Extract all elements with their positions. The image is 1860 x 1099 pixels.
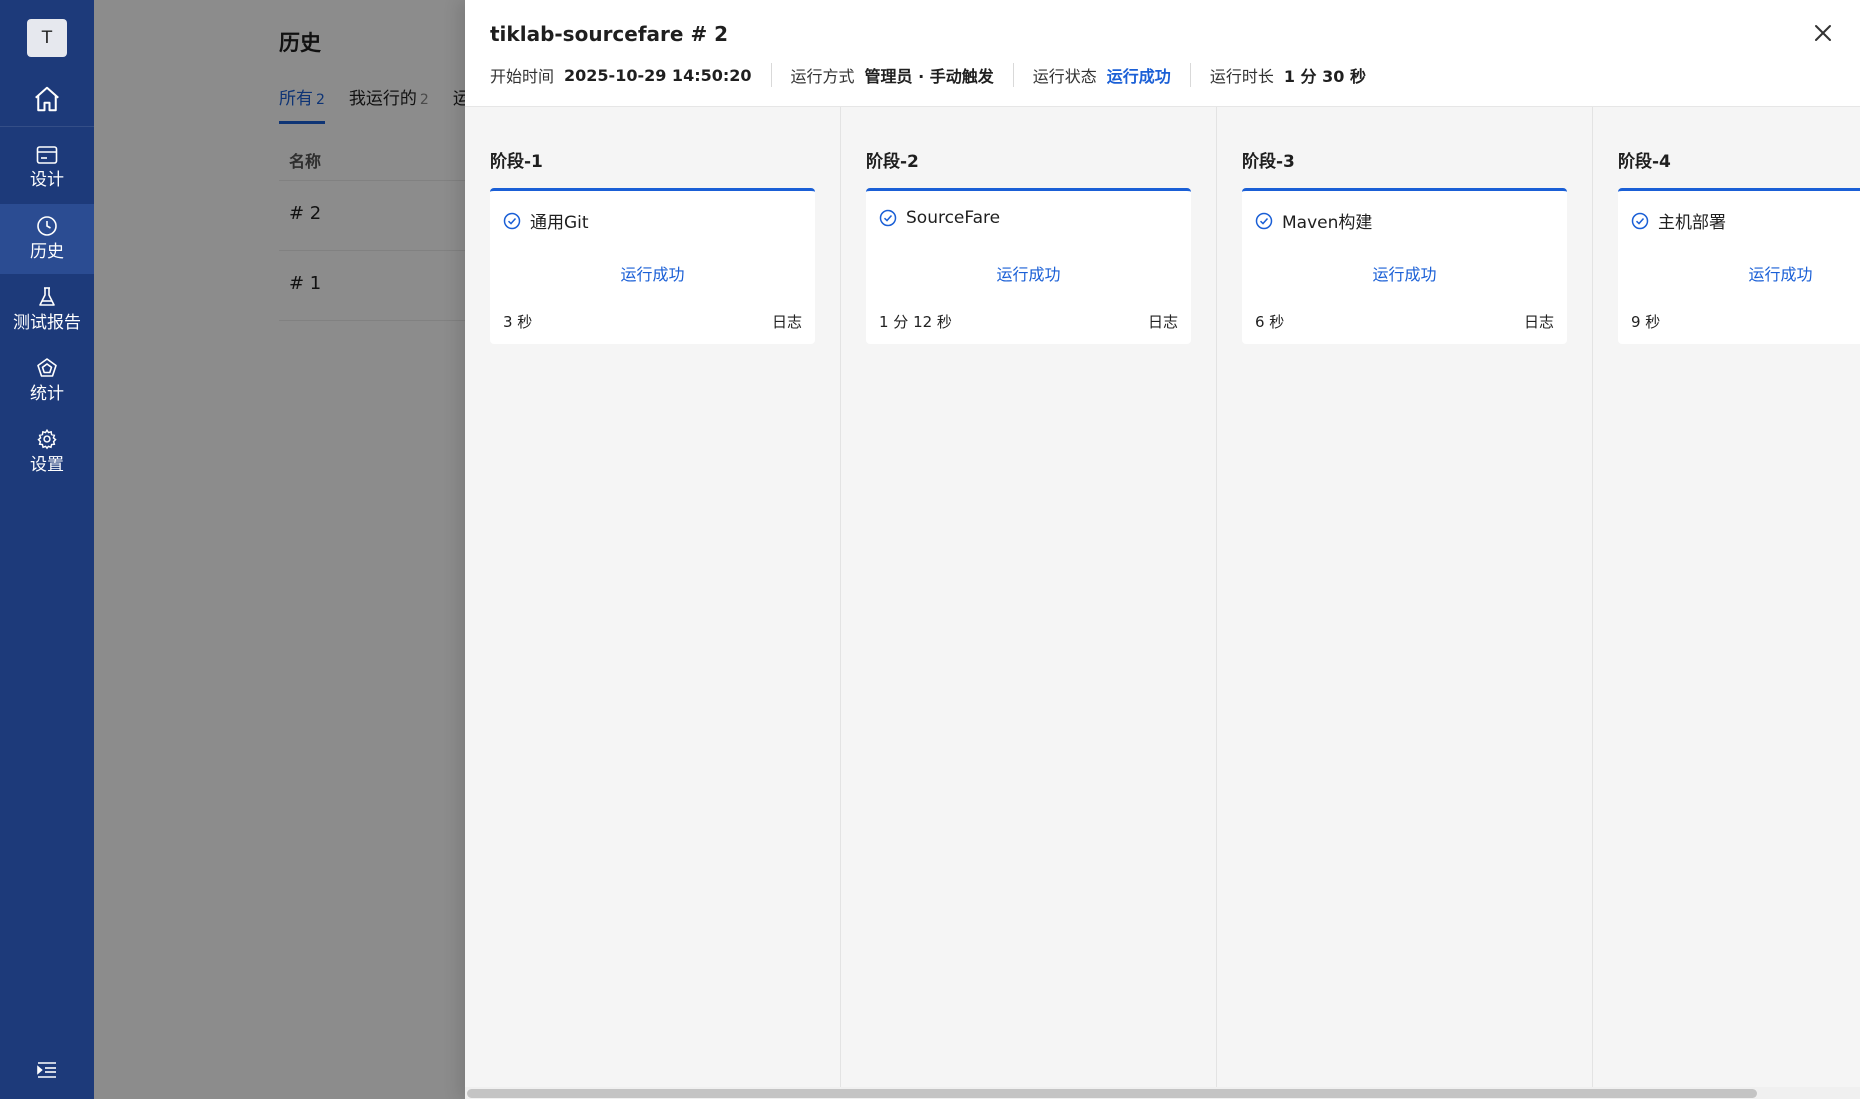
nav-item-test-report[interactable]: 测试报告: [0, 275, 94, 345]
stage-title: 阶段-2: [866, 152, 919, 172]
nav-item-history[interactable]: 历史: [0, 204, 94, 274]
task-status: 运行成功: [620, 265, 685, 284]
nav-item-statistics[interactable]: 统计: [0, 346, 94, 416]
drawer-title: tiklab-sourcefare # 2: [490, 22, 729, 46]
run-status-value: 运行成功: [1106, 67, 1171, 86]
task-card[interactable]: 通用Git 运行成功 3 秒 日志: [490, 188, 815, 344]
indent-icon: [37, 1062, 56, 1078]
stage-title: 阶段-4: [1618, 152, 1671, 172]
divider: [770, 63, 772, 87]
task-card[interactable]: Maven构建 运行成功 6 秒 日志: [1242, 188, 1567, 344]
run-detail-drawer: tiklab-sourcefare # 2 开始时间 2025-10-29 14…: [465, 0, 1860, 1099]
gear-icon: [37, 428, 57, 450]
stage-column: 阶段-2 SourceFare 运行成功 1 分 12 秒 日志: [841, 107, 1217, 1087]
run-duration-label: 运行时长: [1209, 67, 1274, 86]
check-circle-icon: [1631, 212, 1649, 229]
start-time-value: 2025-10-29 14:50:20: [564, 65, 752, 85]
nav-item-label: 测试报告: [13, 313, 81, 333]
stage-title: 阶段-1: [490, 152, 543, 172]
run-mode-label: 运行方式: [790, 67, 855, 86]
check-circle-icon: [503, 212, 521, 229]
check-circle-icon: [879, 209, 897, 227]
nav-item-label: 设计: [30, 170, 64, 190]
run-meta: 开始时间 2025-10-29 14:50:20 运行方式 管理员 · 手动触发…: [490, 63, 1366, 87]
task-status: 运行成功: [1748, 265, 1813, 284]
task-status: 运行成功: [1372, 265, 1437, 284]
home-icon: [35, 86, 59, 112]
divider: [1189, 63, 1191, 87]
stage-column: 阶段-4 主机部署 运行成功 9 秒 日志: [1593, 107, 1860, 1087]
task-log-link[interactable]: 日志: [1148, 311, 1178, 332]
avatar[interactable]: T: [27, 19, 67, 57]
divider: [1012, 63, 1014, 87]
task-card[interactable]: SourceFare 运行成功 1 分 12 秒 日志: [866, 188, 1191, 344]
nav-item-label: 历史: [30, 242, 64, 262]
close-button[interactable]: [1810, 20, 1836, 46]
flask-icon: [39, 287, 55, 306]
run-duration-value: 1 分 30 秒: [1283, 67, 1366, 86]
scrollbar-thumb[interactable]: [467, 1089, 1757, 1098]
task-name: 通用Git: [503, 208, 589, 233]
task-name: Maven构建: [1255, 208, 1372, 233]
nav-item-label: 统计: [30, 384, 64, 404]
task-name-text: Maven构建: [1282, 213, 1373, 233]
drawer-header: tiklab-sourcefare # 2 开始时间 2025-10-29 14…: [465, 0, 1860, 107]
run-mode-value: 管理员 · 手动触发: [864, 67, 994, 86]
task-log-link[interactable]: 日志: [772, 311, 802, 332]
task-name: SourceFare: [879, 208, 1000, 228]
task-log-link[interactable]: 日志: [1524, 311, 1554, 332]
close-icon: [1815, 25, 1831, 41]
task-status: 运行成功: [996, 265, 1061, 284]
home-button[interactable]: [0, 72, 94, 127]
task-duration: 1 分 12 秒: [879, 313, 952, 331]
check-circle-icon: [1255, 212, 1273, 229]
nav-item-label: 设置: [30, 455, 64, 475]
task-duration: 3 秒: [503, 313, 533, 331]
task-name-text: SourceFare: [906, 208, 1001, 228]
history-icon: [37, 216, 57, 236]
nav-item-design[interactable]: 设计: [0, 133, 94, 203]
stage-column: 阶段-1 通用Git 运行成功 3 秒 日志: [465, 107, 841, 1087]
task-duration: 6 秒: [1255, 313, 1285, 331]
start-time-label: 开始时间: [490, 67, 555, 86]
task-name-text: 通用Git: [530, 213, 589, 233]
stage-title: 阶段-3: [1242, 152, 1295, 172]
nav-item-settings[interactable]: 设置: [0, 417, 94, 487]
run-status-label: 运行状态: [1032, 67, 1097, 86]
statistics-icon: [37, 358, 57, 377]
side-nav: T 设计 历史 测试报告 统计 设置: [0, 0, 94, 1099]
stages-board: 阶段-1 通用Git 运行成功 3 秒 日志 阶段-2 SourceFare 运…: [465, 107, 1860, 1087]
design-icon: [36, 146, 58, 164]
horizontal-scrollbar[interactable]: [465, 1087, 1860, 1099]
stage-column: 阶段-3 Maven构建 运行成功 6 秒 日志: [1217, 107, 1593, 1087]
task-card[interactable]: 主机部署 运行成功 9 秒 日志: [1618, 188, 1860, 344]
task-name-text: 主机部署: [1658, 213, 1726, 233]
collapse-menu-button[interactable]: [36, 1061, 58, 1079]
task-duration: 9 秒: [1631, 313, 1661, 331]
task-name: 主机部署: [1631, 208, 1726, 233]
